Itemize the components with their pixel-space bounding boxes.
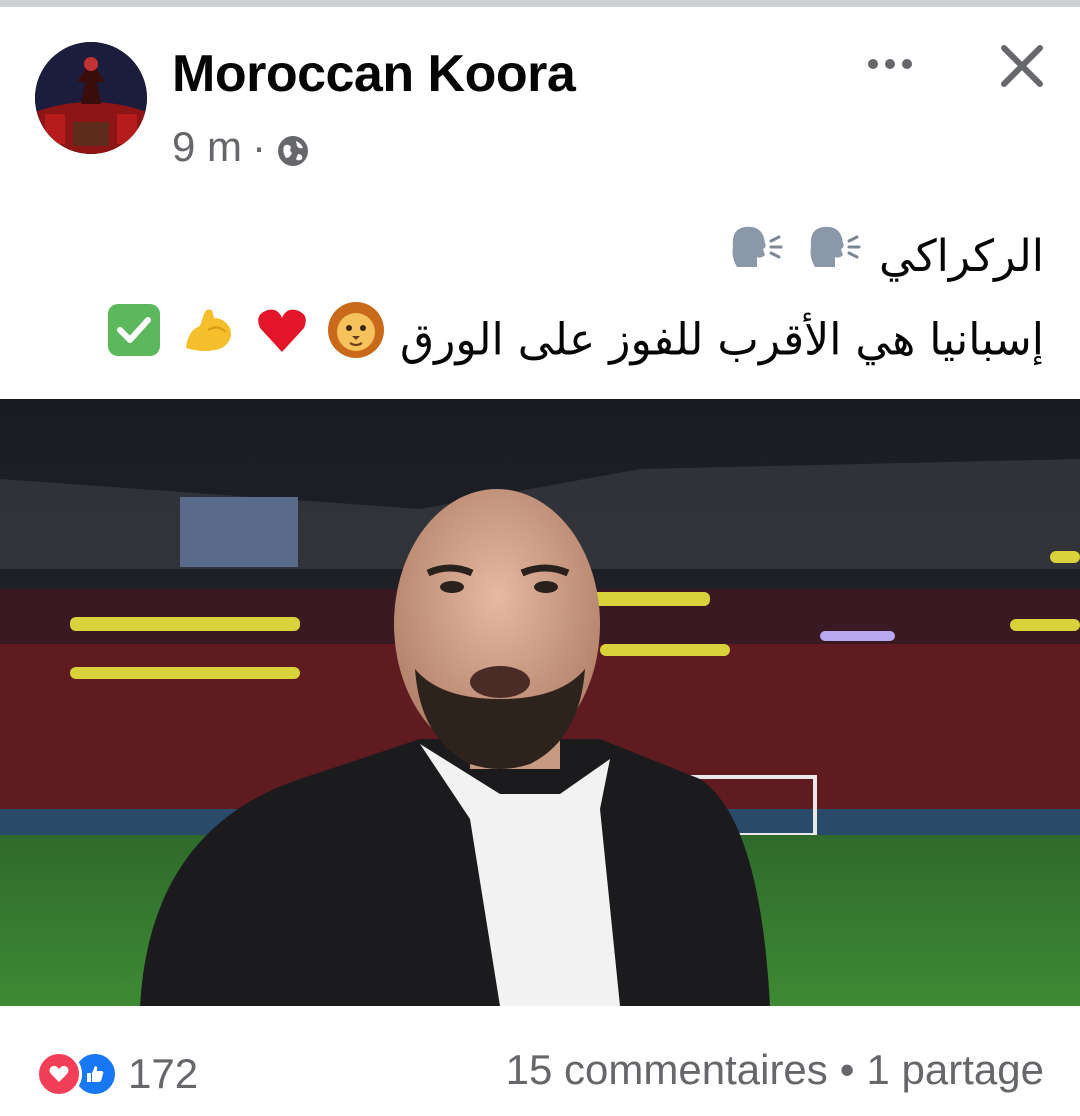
reaction-count: 172 [128, 1050, 199, 1097]
red-heart-emoji [252, 300, 312, 385]
lion-face-emoji [326, 300, 386, 385]
post-meta: 9 m · [172, 122, 310, 172]
post-text: الركراكي إسبانيا هي الأقرب للفوز على الو… [34, 218, 1044, 385]
top-divider [0, 0, 1080, 7]
avatar-image [35, 42, 147, 154]
coach-stadium-photo [0, 399, 1080, 1006]
speaking-head-emoji [723, 219, 787, 300]
comments-count[interactable]: 15 commentaires [506, 1046, 828, 1094]
page-name[interactable]: Moroccan Koora [172, 44, 576, 104]
speaking-head-emoji [801, 219, 865, 300]
shares-count[interactable]: 1 partage [867, 1046, 1044, 1094]
post-text-line-2: إسبانيا هي الأقرب للفوز على الورق [34, 300, 1044, 385]
post-time[interactable]: 9 m [172, 123, 242, 171]
post-footer: 172 15 commentaires • 1 partage [0, 1006, 1080, 1116]
reactions-summary[interactable]: 172 [36, 1050, 198, 1098]
post-text-line-2-text: إسبانيا هي الأقرب للفوز على الورق [399, 314, 1044, 365]
post-stats: 15 commentaires • 1 partage [506, 1046, 1044, 1094]
post-photo[interactable] [0, 399, 1080, 1006]
close-icon[interactable] [996, 40, 1048, 92]
page-avatar[interactable] [35, 42, 147, 154]
love-icon [36, 1051, 82, 1097]
post-text-line-1: الركراكي [34, 218, 1044, 300]
more-options-icon[interactable] [862, 46, 918, 82]
stats-separator: • [839, 1046, 855, 1093]
check-mark-button-emoji [104, 300, 164, 385]
flexed-biceps-emoji [178, 300, 238, 385]
post-text-line-1-text: الركراكي [879, 231, 1044, 282]
meta-separator: · [252, 123, 267, 170]
globe-icon [276, 130, 310, 166]
